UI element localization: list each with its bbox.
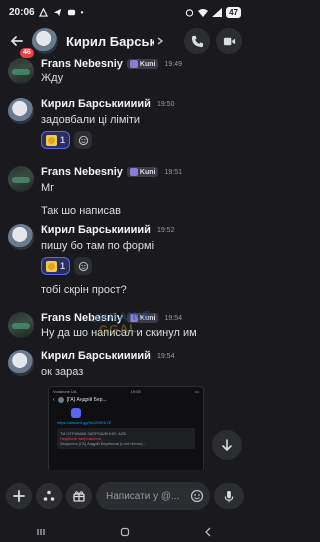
message-text: Мг [41, 182, 55, 194]
arrow-down-icon [222, 439, 232, 451]
alarm-icon [184, 7, 194, 17]
reaction-thumbs-up[interactable]: 1 [41, 131, 71, 149]
message-composer: Написати у @... [0, 470, 250, 522]
back-button[interactable]: 46 [8, 32, 36, 60]
gift-button[interactable] [66, 483, 92, 509]
server-tag[interactable]: Kuni [126, 59, 159, 69]
voice-message-button[interactable] [214, 483, 244, 509]
message-timestamp: 19:54 [156, 352, 175, 360]
avatar[interactable] [8, 98, 34, 124]
status-bar: 20:06 • 47 [0, 0, 250, 24]
message-author[interactable]: Frans Nebesniy [41, 58, 123, 70]
chat-header: 46 Кирил Барськ... [0, 24, 250, 60]
wifi-icon [198, 7, 209, 17]
discord-icon [71, 408, 81, 418]
clan-icon [129, 60, 138, 68]
message-timestamp: 19:54 [164, 314, 183, 322]
smiley-plus-icon [78, 261, 88, 271]
plus-icon [13, 490, 25, 502]
thumbs-up-icon [46, 134, 57, 146]
more-notifications-dot: • [80, 7, 84, 17]
message-author[interactable]: Кирил Барськиииий [41, 224, 151, 236]
voice-call-button[interactable] [184, 28, 210, 54]
home-icon[interactable] [120, 527, 130, 537]
message-text: ок зараз [41, 366, 84, 378]
avatar [57, 397, 64, 403]
apps-icon [43, 490, 55, 501]
message-timestamp: 19:51 [164, 168, 183, 176]
apps-button[interactable] [36, 483, 62, 509]
avatar[interactable] [32, 28, 58, 54]
jump-to-present-button[interactable] [212, 430, 242, 460]
message-timestamp: 19:52 [156, 226, 175, 234]
add-attachment-button[interactable] [6, 483, 32, 509]
recent-apps-icon[interactable] [37, 527, 47, 537]
reaction-count: 1 [60, 261, 66, 271]
message-author[interactable]: Frans Nebesniy [41, 166, 123, 178]
signal-icon [212, 7, 223, 17]
avatar[interactable] [8, 350, 34, 376]
avatar[interactable] [8, 166, 34, 192]
smiley-plus-icon [78, 135, 88, 145]
system-nav-bar [0, 522, 250, 542]
message-text: пишу бо там по формі [41, 240, 155, 252]
gift-icon [73, 491, 85, 502]
message-input[interactable]: Написати у @... [96, 482, 210, 510]
message-text: Так шо написав [41, 205, 121, 217]
reaction-count: 1 [60, 135, 66, 145]
message-author[interactable]: Кирил Барськиииий [41, 98, 151, 110]
discord-notification-icon [67, 7, 77, 17]
video-camera-icon [223, 37, 235, 45]
avatar[interactable] [8, 224, 34, 250]
add-reaction-button[interactable] [74, 131, 93, 149]
message-list[interactable]: Frans Nebesniy Kuni 19:49 Жду Кирил Барс… [0, 58, 250, 470]
microphone-icon [224, 490, 234, 502]
emoji-icon[interactable] [190, 489, 204, 503]
chevron-right-icon [157, 37, 164, 45]
page-title[interactable]: Кирил Барськ... [66, 34, 154, 49]
image-attachment[interactable]: Vodafone UA 19:55 ••• ‹ [ГА] Андрій Бер.… [48, 386, 204, 470]
arrow-left-icon: ‹ [53, 397, 55, 403]
message-text: Жду [41, 72, 64, 84]
battery-indicator: 47 [226, 6, 241, 18]
messenger-notification-icon [39, 7, 49, 17]
clan-icon [129, 168, 138, 176]
watermark-logo: UKRAINE GGAL [89, 308, 152, 337]
reaction-thumbs-up[interactable]: 1 [41, 257, 71, 275]
video-call-button[interactable] [216, 28, 242, 54]
add-reaction-button[interactable] [74, 257, 93, 275]
message-text: задовбали ці ліміти [41, 114, 141, 126]
server-tag[interactable]: Kuni [126, 167, 159, 177]
message-text: тобі скрін прост? [41, 284, 127, 296]
message-author[interactable]: Кирил Барськиииий [41, 350, 151, 362]
avatar[interactable] [8, 58, 34, 84]
back-nav-icon[interactable] [203, 527, 213, 537]
phone-icon [191, 35, 203, 47]
status-time: 20:06 [9, 6, 35, 18]
message-timestamp: 19:50 [156, 100, 175, 108]
avatar[interactable] [8, 312, 34, 338]
message-timestamp: 19:49 [164, 60, 183, 68]
telegram-notification-icon [53, 7, 63, 17]
thumbs-up-icon [46, 260, 57, 272]
